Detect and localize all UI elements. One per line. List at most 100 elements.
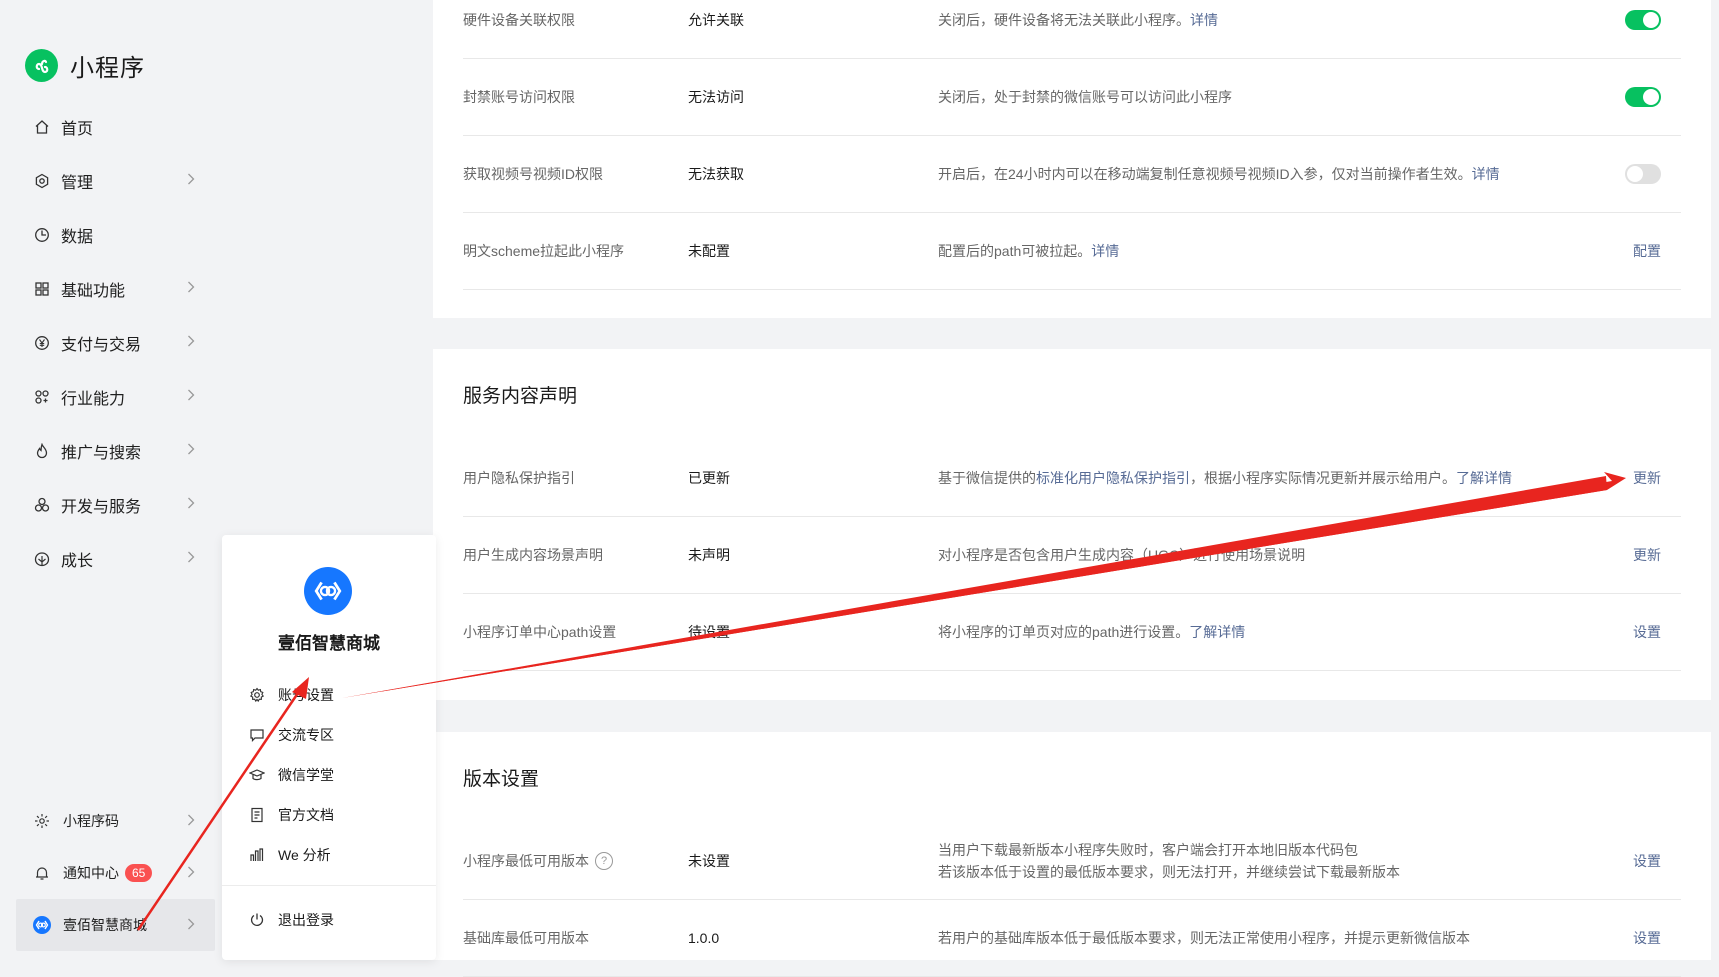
hardware-link-toggle[interactable] [1625, 9, 1661, 30]
row-description: 当用户下载最新版本小程序失败时，客户端会打开本地旧版本代码包 若该版本低于设置的最… [938, 822, 1400, 899]
help-icon[interactable]: ? [595, 851, 613, 870]
set-button[interactable]: 设置 [1633, 593, 1661, 670]
section-title: 服务内容声明 [463, 386, 578, 407]
learn-more-link[interactable]: 了解详情 [1456, 467, 1512, 489]
toggle-knob [1643, 88, 1659, 105]
row-description: 基于微信提供的 标准化用户隐私保护指引 ，根据小程序实际情况更新并展示给用户。 了解详… [938, 439, 1512, 516]
settings-row: 用户隐私保护指引 已更新 基于微信提供的 标准化用户隐私保护指引 ，根据小程序实际情… [463, 439, 1681, 517]
account-popup-menu: 壹佰智慧商城 账号设置 交流专区 微信学堂 官方文档 We 分析 退出登录 [222, 535, 436, 960]
row-status: 允许关联 [688, 11, 744, 28]
logout-button[interactable]: 退出登录 [222, 900, 436, 940]
chevron-right-icon [187, 172, 195, 190]
settings-row: 基础库最低可用版本 1.0.0 若用户的基础库版本低于最低版本要求，则无法正常使… [463, 899, 1681, 977]
chevron-right-icon [187, 496, 195, 514]
bell-icon [33, 864, 51, 882]
permissions-card: 硬件设备关联权限 允许关联 关闭后，硬件设备将无法关联此小程序。 详情 封禁账号访… [433, 0, 1711, 318]
sidebar-item-qrcode[interactable]: 小程序码 [0, 795, 215, 847]
banned-account-toggle[interactable] [1625, 86, 1661, 107]
chevron-right-icon [187, 280, 195, 298]
sidebar-item-label: 支付与交易 [61, 337, 142, 354]
chevron-right-icon [187, 334, 195, 352]
row-description-text: 若用户的基础库版本低于最低版本要求，则无法正常使用小程序，并提示更新微信版本 [938, 929, 1470, 946]
settings-row: 小程序订单中心path设置 待设置 将小程序的订单页对应的path进行设置。 了解… [463, 593, 1681, 671]
sidebar-item-basic-features[interactable]: 基础功能 [0, 262, 215, 316]
row-action [1625, 58, 1661, 135]
row-status: 已更新 [688, 469, 730, 486]
menu-item-official-docs[interactable]: 官方文档 [222, 795, 436, 835]
service-declaration-card: 服务内容声明 用户隐私保护指引 已更新 基于微信提供的 标准化用户隐私保护指引 ，根… [433, 349, 1711, 700]
sidebar-item-label: 壹佰智慧商城 [63, 917, 147, 933]
row-description-text: 配置后的path可被拉起。 [938, 242, 1092, 259]
row-status: 无法获取 [688, 165, 744, 182]
menu-item-wechat-academy[interactable]: 微信学堂 [222, 755, 436, 795]
sidebar-nav: 首页 管理 数据 基础功能 支付与交易 行业能力 推广与搜索 开发与服务 成长 [0, 100, 215, 586]
menu-item-we-analytics[interactable]: We 分析 [222, 835, 436, 875]
sidebar-item-home[interactable]: 首页 [0, 100, 215, 154]
row-description-text: 关闭后，处于封禁的微信账号可以访问此小程序 [938, 88, 1232, 105]
chevron-right-icon [187, 550, 195, 568]
settings-icon [33, 172, 51, 190]
account-avatar-icon [33, 916, 51, 934]
document-icon [248, 806, 266, 824]
toggle-knob [1643, 11, 1659, 28]
menu-item-label: 官方文档 [278, 807, 334, 823]
description-line: 当用户下载最新版本小程序失败时，客户端会打开本地旧版本代码包 [938, 841, 1358, 858]
sidebar-item-industry[interactable]: 行业能力 [0, 370, 215, 424]
sidebar-item-growth[interactable]: 成长 [0, 532, 215, 586]
chevron-right-icon [187, 442, 195, 460]
menu-item-community[interactable]: 交流专区 [222, 715, 436, 755]
chevron-right-icon [187, 865, 195, 881]
sidebar-item-manage[interactable]: 管理 [0, 154, 215, 208]
popup-divider [222, 885, 436, 886]
row-description: 关闭后，硬件设备将无法关联此小程序。 详情 [938, 0, 1218, 58]
sidebar-item-data[interactable]: 数据 [0, 208, 215, 262]
app-logo[interactable]: 小程序 [25, 48, 145, 83]
privacy-guide-link[interactable]: 标准化用户隐私保护指引 [1036, 467, 1190, 489]
flame-icon [33, 442, 51, 460]
grid-icon [33, 280, 51, 298]
configure-button[interactable]: 配置 [1633, 212, 1661, 289]
set-button[interactable]: 设置 [1633, 899, 1661, 976]
row-name: 获取视频号视频ID权限 [463, 165, 603, 182]
popup-menu-list: 账号设置 交流专区 微信学堂 官方文档 We 分析 [222, 675, 436, 875]
row-name: 用户生成内容场景声明 [463, 546, 603, 563]
row-action [1625, 0, 1661, 58]
menu-item-account-settings[interactable]: 账号设置 [222, 675, 436, 715]
sidebar-item-label: 管理 [61, 175, 94, 192]
row-description: 对小程序是否包含用户生成内容（UGC）进行使用场景说明 [938, 516, 1305, 593]
details-link[interactable]: 详情 [1190, 9, 1218, 31]
chevron-right-icon [187, 917, 195, 933]
settings-row: 小程序最低可用版本? 未设置 当用户下载最新版本小程序失败时，客户端会打开本地旧… [463, 822, 1681, 900]
row-status: 1.0.0 [688, 929, 720, 946]
row-description: 关闭后，处于封禁的微信账号可以访问此小程序 [938, 58, 1232, 135]
row-name: 封禁账号访问权限 [463, 88, 575, 105]
row-description-text: 对小程序是否包含用户生成内容（UGC）进行使用场景说明 [938, 546, 1306, 563]
notification-count-badge: 65 [125, 864, 153, 882]
channel-video-id-toggle[interactable] [1625, 163, 1661, 184]
settings-row: 硬件设备关联权限 允许关联 关闭后，硬件设备将无法关联此小程序。 详情 [463, 0, 1681, 59]
row-description: 将小程序的订单页对应的path进行设置。 了解详情 [938, 593, 1245, 670]
chevron-right-icon [187, 813, 195, 829]
sidebar-item-dev-services[interactable]: 开发与服务 [0, 478, 215, 532]
sidebar-item-notifications[interactable]: 通知中心 65 [0, 847, 215, 899]
sidebar: 小程序 首页 管理 数据 基础功能 支付与交易 行业能力 推广与搜索 开发与服务… [0, 0, 215, 960]
account-name: 壹佰智慧商城 [278, 634, 380, 653]
row-description: 开启后，在24小时内可以在移动端复制任意视频号视频ID入参，仅对当前操作者生效。… [938, 135, 1500, 212]
row-description: 配置后的path可被拉起。 详情 [938, 212, 1119, 289]
update-button[interactable]: 更新 [1633, 516, 1661, 593]
chevron-right-icon [187, 388, 195, 406]
mini-program-logo-icon [25, 49, 58, 82]
menu-item-label: 微信学堂 [278, 767, 334, 783]
row-status: 无法访问 [688, 88, 744, 105]
sidebar-item-payment[interactable]: 支付与交易 [0, 316, 215, 370]
menu-item-label: 退出登录 [278, 912, 334, 928]
sidebar-item-promotion[interactable]: 推广与搜索 [0, 424, 215, 478]
sidebar-item-label: 行业能力 [61, 391, 126, 408]
set-button[interactable]: 设置 [1633, 822, 1661, 899]
sidebar-item-account[interactable]: 壹佰智慧商城 [16, 899, 215, 951]
details-link[interactable]: 详情 [1091, 240, 1119, 262]
details-link[interactable]: 详情 [1472, 163, 1500, 185]
row-description-text: 基于微信提供的 [938, 469, 1036, 486]
update-button[interactable]: 更新 [1633, 439, 1661, 516]
learn-more-link[interactable]: 了解详情 [1189, 621, 1245, 643]
